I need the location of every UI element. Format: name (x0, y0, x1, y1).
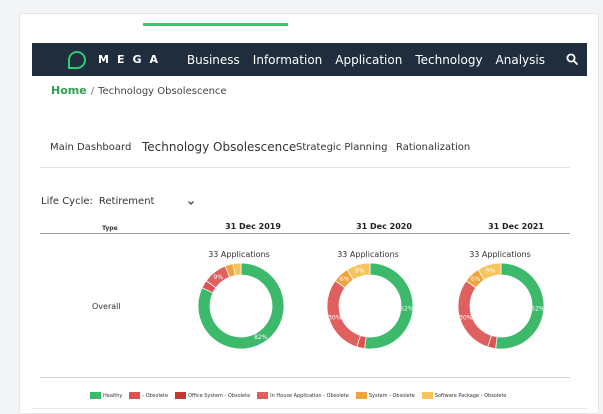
chart-legend: Healthy - Obsolete Office System - Obsolet… (90, 392, 509, 399)
nav-information[interactable]: Information (253, 53, 322, 67)
chevron-down-icon (187, 201, 194, 205)
donut-slice-label: 9% (214, 274, 224, 281)
search-icon[interactable] (566, 53, 578, 65)
legend-label: In House Application - Obsolete (270, 392, 349, 399)
apps-count-2021: 33 Applications (469, 250, 531, 259)
tab-technology-obsolescence[interactable]: Technology Obsolescence (142, 140, 296, 154)
table-header: Type 31 Dec 2019 31 Dec 2020 31 Dec 2021 (40, 222, 570, 234)
donut-chart-2020: 52% 30% 6% 9% (327, 262, 413, 350)
donut-chart-2021: 52% 30% 6% 9% (458, 262, 544, 350)
legend-label: Software Package - Obsolete (434, 392, 507, 399)
row-label-overall: Overall (92, 302, 121, 311)
life-cycle-select[interactable]: Retirement (99, 196, 195, 207)
nav-business[interactable]: Business (187, 53, 240, 67)
nav-analysis[interactable]: Analysis (496, 53, 545, 67)
donut-slice-label: 9% (486, 267, 496, 274)
legend-swatch (421, 392, 433, 399)
mega-logo[interactable]: MEGA (68, 50, 167, 69)
legend-item[interactable]: Healthy (90, 392, 122, 399)
tab-bar: Main Dashboard Technology Obsolescence S… (40, 140, 570, 168)
logo-text: MEGA (98, 53, 167, 66)
breadcrumb: Home / Technology Obsolescence (51, 84, 227, 97)
main-nav: Business Information Application Technol… (187, 43, 545, 76)
legend-label: System - Obsolete (368, 392, 415, 399)
nav-application[interactable]: Application (335, 53, 402, 67)
column-header-2021: 31 Dec 2021 (488, 222, 544, 231)
donut-slice-label: 30% (328, 314, 342, 321)
column-header-2019: 31 Dec 2019 (225, 222, 281, 231)
type-column-header: Type (102, 225, 118, 232)
top-navbar: MEGA Business Information Application Te… (32, 43, 587, 76)
tab-rationalization[interactable]: Rationalization (396, 142, 470, 153)
breadcrumb-separator: / (90, 86, 95, 97)
apps-count-2019: 33 Applications (208, 250, 270, 259)
legend-item[interactable]: Software Package - Obsolete (421, 392, 507, 399)
legend-item[interactable]: Office System - Obsolete (175, 392, 250, 399)
donut-slice-label: 6% (340, 276, 350, 283)
legend-item[interactable]: - Obsolete (129, 392, 168, 399)
legend-label: - Obsolete (142, 392, 169, 399)
donut-slice-label: 82% (254, 334, 268, 341)
table-bottom-divider (40, 377, 570, 378)
legend-swatch (90, 392, 101, 399)
donut-slice-label: 52% (531, 305, 544, 312)
logo-mark-icon (68, 50, 86, 69)
donut-slice-label: 9% (355, 267, 365, 274)
donut-slice-label: 30% (459, 314, 473, 321)
life-cycle-value: Retirement (98, 196, 155, 207)
donut-slice-label: 6% (471, 276, 481, 283)
legend-swatch (129, 392, 141, 399)
tab-main-dashboard[interactable]: Main Dashboard (50, 142, 131, 153)
legend-item[interactable]: System - Obsolete (355, 392, 415, 399)
legend-swatch (175, 392, 187, 399)
legend-swatch (257, 392, 269, 399)
donut-slice-label: 52% (400, 305, 413, 312)
tab-strategic-planning[interactable]: Strategic Planning (296, 142, 387, 153)
legend-label: Healthy (103, 392, 123, 399)
breadcrumb-home-link[interactable]: Home (51, 84, 87, 97)
legend-swatch (355, 392, 367, 399)
column-header-2020: 31 Dec 2020 (356, 222, 412, 231)
breadcrumb-current: Technology Obsolescence (98, 86, 227, 97)
life-cycle-filter: Life Cycle: Retirement (41, 196, 195, 207)
legend-label: Office System - Obsolete (188, 392, 251, 399)
life-cycle-label: Life Cycle: (41, 196, 93, 207)
apps-count-2020: 33 Applications (337, 250, 399, 259)
legend-item[interactable]: In House Application - Obsolete (257, 392, 349, 399)
footer-divider (32, 408, 587, 409)
nav-technology[interactable]: Technology (415, 53, 482, 67)
donut-chart-2019: 82% 9% (198, 262, 284, 350)
active-tab-indicator (143, 23, 288, 26)
